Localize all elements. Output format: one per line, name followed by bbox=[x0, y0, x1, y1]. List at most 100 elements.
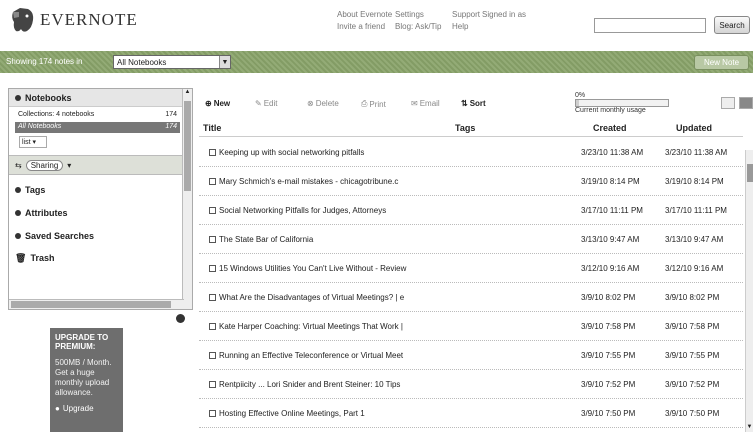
upgrade-body: 500MB / Month. Get a huge monthly upload… bbox=[55, 357, 112, 397]
note-title: Hosting Effective Online Meetings, Part … bbox=[219, 409, 365, 418]
note-created: 3/23/10 11:38 AM bbox=[581, 148, 644, 157]
trash-header[interactable]: 🗑 Trash bbox=[9, 249, 184, 267]
scrollbar-thumb[interactable] bbox=[747, 164, 753, 182]
table-row[interactable]: Rentpiicity ... Lori Snider and Brent St… bbox=[199, 370, 743, 399]
notebooks-header[interactable]: Notebooks bbox=[9, 89, 184, 107]
scroll-down-icon[interactable]: ▼ bbox=[746, 424, 753, 432]
note-title-cell: Kate Harper Coaching: Virtual Meetings T… bbox=[209, 322, 571, 331]
help-icon[interactable] bbox=[176, 314, 185, 323]
elephant-logo-icon bbox=[12, 8, 34, 32]
left-sidebar: Notebooks Collections: 4 notebooks 174 A… bbox=[8, 88, 193, 310]
table-row[interactable]: Social Networking Pitfalls for Judges, A… bbox=[199, 196, 743, 225]
note-title: 15 Windows Utilities You Can't Live With… bbox=[219, 264, 407, 273]
list-view-icon[interactable] bbox=[739, 97, 753, 109]
settings-link[interactable]: Settings bbox=[395, 10, 452, 19]
column-tags[interactable]: Tags bbox=[455, 123, 475, 133]
note-updated: 3/9/10 7:52 PM bbox=[665, 380, 720, 389]
attributes-header[interactable]: Attributes bbox=[9, 204, 184, 222]
expand-icon bbox=[15, 210, 21, 216]
note-created: 3/13/10 9:47 AM bbox=[581, 235, 640, 244]
chevron-down-icon: ▼ bbox=[219, 56, 230, 68]
note-created: 3/9/10 7:52 PM bbox=[581, 380, 636, 389]
saved-searches-header[interactable]: Saved Searches bbox=[9, 227, 184, 245]
edit-button[interactable]: ✎ Edit bbox=[255, 99, 278, 108]
email-icon: ✉ bbox=[411, 99, 418, 108]
notebook-item[interactable]: Collections: 4 notebooks 174 bbox=[15, 110, 180, 121]
trash-label: Trash bbox=[30, 253, 55, 263]
tags-header[interactable]: Tags bbox=[9, 181, 184, 199]
showing-label: Showing 174 notes in bbox=[6, 57, 83, 66]
note-updated: 3/19/10 8:14 PM bbox=[665, 177, 724, 186]
upgrade-button[interactable]: ● Upgrade bbox=[55, 404, 118, 413]
note-icon bbox=[209, 352, 216, 359]
sidebar-horizontal-scrollbar[interactable] bbox=[9, 299, 184, 309]
note-updated: 3/9/10 8:02 PM bbox=[665, 293, 720, 302]
notebook-name: All Notebooks bbox=[18, 123, 62, 130]
chevron-down-icon: ▾ bbox=[67, 160, 72, 170]
notebook-bar: Showing 174 notes in All Notebooks ▼ New… bbox=[0, 51, 753, 73]
search-button[interactable]: Search bbox=[714, 16, 750, 34]
table-row[interactable]: 15 Windows Utilities You Can't Live With… bbox=[199, 254, 743, 283]
table-row[interactable]: The State Bar of California 3/13/10 9:47 … bbox=[199, 225, 743, 254]
scroll-up-icon[interactable]: ▲ bbox=[183, 89, 192, 98]
note-created: 3/9/10 7:55 PM bbox=[581, 351, 636, 360]
note-icon bbox=[209, 207, 216, 214]
view-toggle bbox=[721, 97, 753, 109]
new-note-icon: ⊕ bbox=[205, 99, 212, 108]
notebook-sort-select[interactable]: list ▾ bbox=[19, 136, 47, 148]
usage-value: 0% bbox=[575, 92, 586, 99]
email-button[interactable]: ✉ Email bbox=[411, 99, 440, 108]
note-title: What Are the Disadvantages of Virtual Me… bbox=[219, 293, 405, 302]
table-row[interactable]: Mary Schmich's e-mail mistakes - chicago… bbox=[199, 167, 743, 196]
notes-vertical-scrollbar[interactable]: ▼ bbox=[745, 150, 753, 432]
sidebar-vertical-scrollbar[interactable]: ▲ bbox=[182, 89, 192, 309]
usage-label: Current monthly usage bbox=[575, 107, 646, 114]
column-title[interactable]: Title bbox=[203, 123, 221, 133]
table-row[interactable]: Running an Effective Teleconference or V… bbox=[199, 341, 743, 370]
new-note-button[interactable]: New Note bbox=[694, 55, 749, 70]
note-title: Mary Schmich's e-mail mistakes - chicago… bbox=[219, 177, 399, 186]
new-button[interactable]: ⊕ New bbox=[205, 99, 230, 108]
help-link[interactable]: Help bbox=[452, 22, 492, 31]
evernote-logo[interactable]: EVERNOTE bbox=[10, 6, 138, 34]
sharing-section[interactable]: ⇆ Sharing ▾ bbox=[9, 155, 184, 175]
usage-bar-fill bbox=[576, 100, 579, 106]
column-created[interactable]: Created bbox=[593, 123, 627, 133]
scrollbar-thumb[interactable] bbox=[11, 301, 171, 308]
blog-link[interactable]: Blog: Ask/Tip bbox=[395, 22, 452, 31]
scrollbar-thumb[interactable] bbox=[184, 101, 191, 191]
note-icon bbox=[209, 294, 216, 301]
notebook-item-all[interactable]: All Notebooks 174 bbox=[15, 122, 180, 133]
note-title-cell: Mary Schmich's e-mail mistakes - chicago… bbox=[209, 177, 571, 186]
column-updated[interactable]: Updated bbox=[676, 123, 712, 133]
sort-icon: ⇅ bbox=[461, 99, 468, 108]
table-row[interactable]: Hosting Effective Online Meetings, Part … bbox=[199, 399, 743, 428]
note-icon bbox=[209, 265, 216, 272]
upgrade-button-label: Upgrade bbox=[62, 403, 94, 413]
print-icon: ⎙ bbox=[361, 99, 368, 108]
note-updated: 3/23/10 11:38 AM bbox=[665, 148, 728, 157]
delete-button[interactable]: ⊗ Delete bbox=[307, 99, 339, 108]
notebook-count: 174 bbox=[165, 123, 177, 130]
notebook-select[interactable]: All Notebooks ▼ bbox=[113, 55, 231, 69]
note-icon bbox=[209, 323, 216, 330]
print-button[interactable]: ⎙ Print bbox=[361, 99, 386, 109]
note-icon bbox=[209, 410, 216, 417]
note-title: Running an Effective Teleconference or V… bbox=[219, 351, 404, 360]
note-title-cell: What Are the Disadvantages of Virtual Me… bbox=[209, 293, 571, 302]
search-input[interactable] bbox=[594, 18, 706, 33]
grid-view-icon[interactable] bbox=[721, 97, 735, 109]
table-row[interactable]: Kate Harper Coaching: Virtual Meetings T… bbox=[199, 312, 743, 341]
logo-text: EVERNOTE bbox=[40, 10, 138, 29]
sort-button[interactable]: ⇅ Sort bbox=[461, 99, 486, 108]
note-title-cell: Hosting Effective Online Meetings, Part … bbox=[209, 409, 571, 418]
table-row[interactable]: What Are the Disadvantages of Virtual Me… bbox=[199, 283, 743, 312]
table-row[interactable]: Keeping up with social networking pitfal… bbox=[199, 138, 743, 167]
note-updated: 3/9/10 7:55 PM bbox=[665, 351, 720, 360]
about-link[interactable]: About Evernote bbox=[337, 10, 395, 19]
signed-in-label: Signed in as bbox=[482, 10, 527, 19]
note-icon bbox=[209, 149, 216, 156]
invite-link[interactable]: Invite a friend bbox=[337, 22, 395, 31]
note-icon bbox=[209, 236, 216, 243]
notebook-select-value: All Notebooks bbox=[117, 57, 167, 67]
